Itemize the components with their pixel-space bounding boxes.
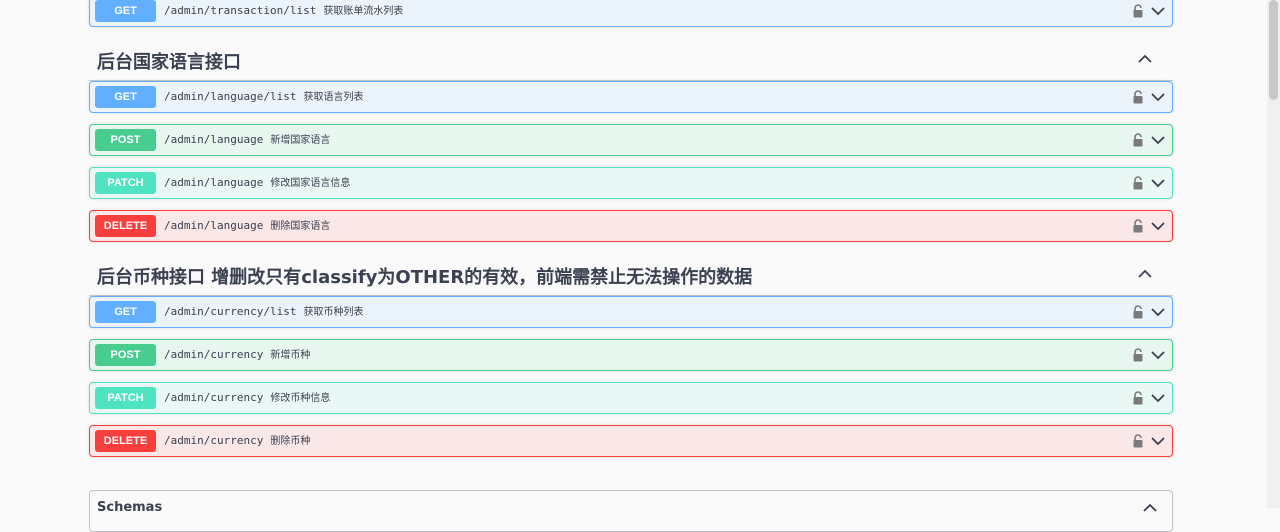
chevron-down-icon[interactable] xyxy=(1149,217,1167,235)
chevron-down-icon[interactable] xyxy=(1149,88,1167,106)
chevron-down-icon[interactable] xyxy=(1149,2,1167,20)
chevron-down-icon[interactable] xyxy=(1149,346,1167,364)
operation-summary: 新增国家语言 xyxy=(270,135,331,146)
operation-path: /admin/language 删除国家语言 xyxy=(164,219,331,232)
operation-path: /admin/currency 修改币种信息 xyxy=(164,391,331,404)
method-badge: PATCH xyxy=(95,172,156,194)
method-badge: POST xyxy=(95,344,156,366)
operation-post-language[interactable]: POST /admin/language 新增国家语言 xyxy=(89,124,1173,156)
method-badge: GET xyxy=(95,301,156,323)
lock-icon[interactable] xyxy=(1130,304,1146,320)
chevron-up-icon[interactable] xyxy=(1136,50,1154,68)
operation-summary: 获取语言列表 xyxy=(303,92,364,103)
method-badge: GET xyxy=(95,0,156,22)
method-badge: DELETE xyxy=(95,430,156,452)
chevron-down-icon[interactable] xyxy=(1149,389,1167,407)
chevron-down-icon[interactable] xyxy=(1149,131,1167,149)
operation-summary: 修改币种信息 xyxy=(270,393,331,404)
operation-delete-currency[interactable]: DELETE /admin/currency 删除币种 xyxy=(89,425,1173,457)
operation-post-currency[interactable]: POST /admin/currency 新增币种 xyxy=(89,339,1173,371)
operation-summary: 删除币种 xyxy=(270,436,311,447)
operation-path: /admin/currency 删除币种 xyxy=(164,434,311,447)
tag-section-language[interactable]: 后台国家语言接口 xyxy=(89,40,1173,81)
tag-title: 后台国家语言接口 xyxy=(97,52,241,73)
chevron-up-icon[interactable] xyxy=(1136,265,1154,283)
operation-path: /admin/language/list 获取语言列表 xyxy=(164,90,364,103)
operation-get-currency-list[interactable]: GET /admin/currency/list 获取币种列表 xyxy=(89,296,1173,328)
schemas-section[interactable]: Schemas xyxy=(89,490,1173,532)
operation-get-transaction-list[interactable]: GET /admin/transaction/list 获取账单流水列表 xyxy=(89,0,1173,27)
method-badge: GET xyxy=(95,86,156,108)
lock-icon[interactable] xyxy=(1130,3,1146,19)
chevron-down-icon[interactable] xyxy=(1149,174,1167,192)
lock-icon[interactable] xyxy=(1130,175,1146,191)
chevron-down-icon[interactable] xyxy=(1149,432,1167,450)
method-badge: PATCH xyxy=(95,387,156,409)
method-badge: DELETE xyxy=(95,215,156,237)
operation-path: /admin/currency/list 获取币种列表 xyxy=(164,305,364,318)
operation-summary: 获取币种列表 xyxy=(303,307,364,318)
operation-path: /admin/transaction/list 获取账单流水列表 xyxy=(164,4,404,17)
method-badge: POST xyxy=(95,129,156,151)
operation-summary: 删除国家语言 xyxy=(270,221,331,232)
operation-patch-language[interactable]: PATCH /admin/language 修改国家语言信息 xyxy=(89,167,1173,199)
scrollbar-thumb[interactable] xyxy=(1269,0,1278,100)
lock-icon[interactable] xyxy=(1130,390,1146,406)
tag-section-currency[interactable]: 后台币种接口 增删改只有classify为OTHER的有效，前端需禁止无法操作的… xyxy=(89,255,1173,296)
operation-summary: 新增币种 xyxy=(270,350,311,361)
scrollbar[interactable] xyxy=(1267,0,1280,508)
lock-icon[interactable] xyxy=(1130,347,1146,363)
tag-title: 后台币种接口 增删改只有classify为OTHER的有效，前端需禁止无法操作的… xyxy=(97,267,753,288)
operation-path: /admin/language 修改国家语言信息 xyxy=(164,176,351,189)
operation-delete-language[interactable]: DELETE /admin/language 删除国家语言 xyxy=(89,210,1173,242)
operation-get-language-list[interactable]: GET /admin/language/list 获取语言列表 xyxy=(89,81,1173,113)
operation-path: /admin/language 新增国家语言 xyxy=(164,133,331,146)
lock-icon[interactable] xyxy=(1130,218,1146,234)
operation-patch-currency[interactable]: PATCH /admin/currency 修改币种信息 xyxy=(89,382,1173,414)
operation-path: /admin/currency 新增币种 xyxy=(164,348,311,361)
chevron-up-icon[interactable] xyxy=(1141,499,1159,517)
lock-icon[interactable] xyxy=(1130,89,1146,105)
lock-icon[interactable] xyxy=(1130,132,1146,148)
chevron-down-icon[interactable] xyxy=(1149,303,1167,321)
operation-summary: 获取账单流水列表 xyxy=(323,6,404,17)
lock-icon[interactable] xyxy=(1130,433,1146,449)
operation-summary: 修改国家语言信息 xyxy=(270,178,351,189)
